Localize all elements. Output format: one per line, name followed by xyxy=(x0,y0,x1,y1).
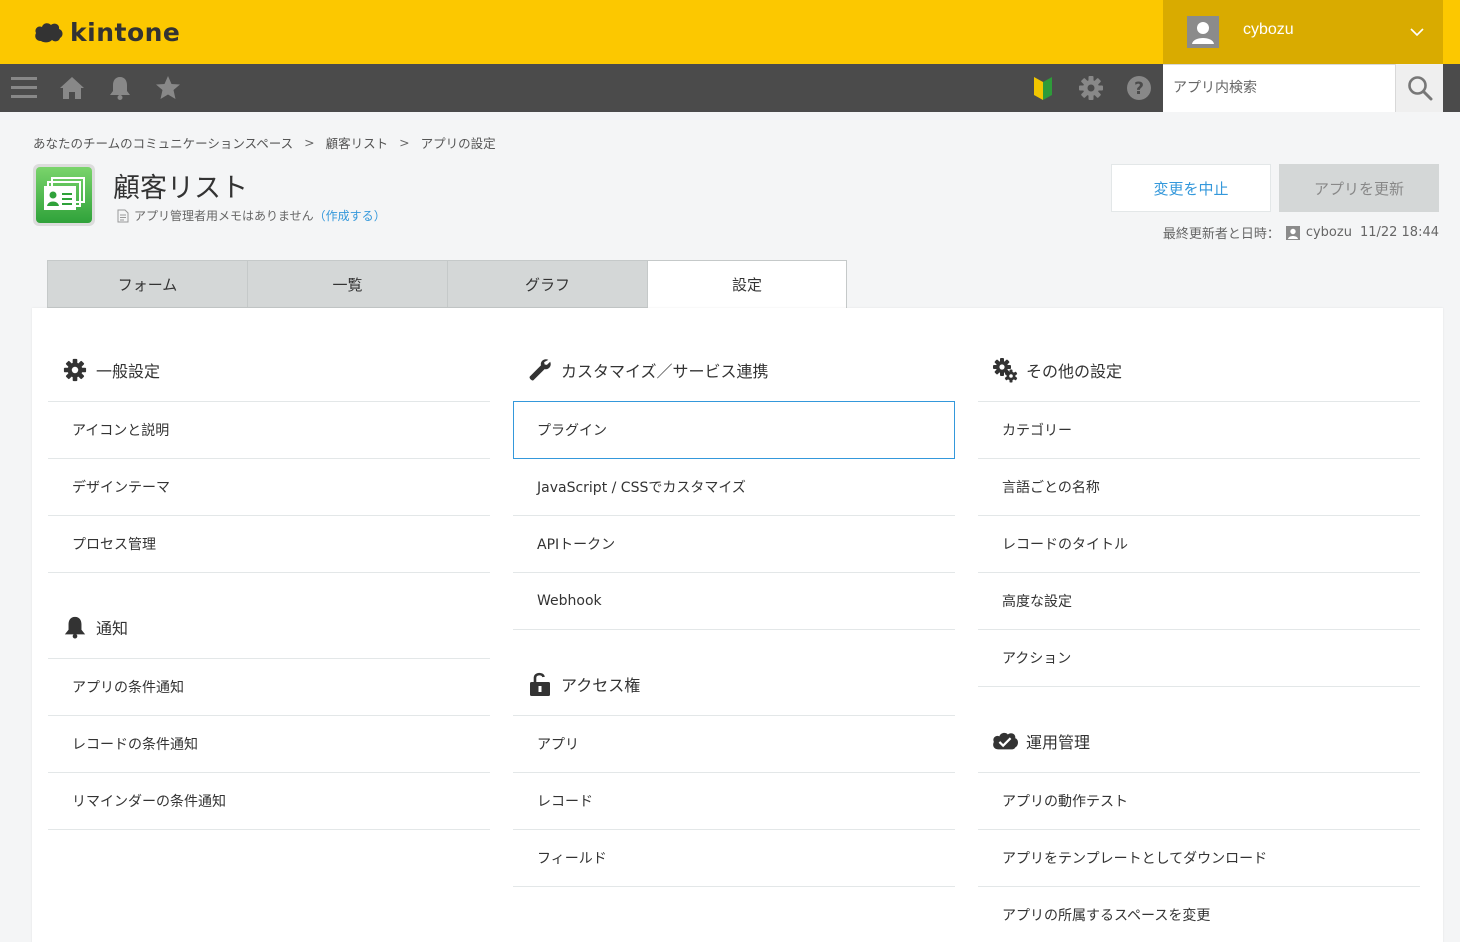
user-icon xyxy=(1285,225,1300,240)
home-icon[interactable] xyxy=(57,73,87,103)
section-notify: 通知 xyxy=(48,573,490,658)
search-input[interactable] xyxy=(1163,65,1383,111)
menu-icon[interactable] xyxy=(9,73,39,103)
breadcrumb-space[interactable]: あなたのチームのコミュニケーションスペース xyxy=(33,133,293,152)
avatar xyxy=(1187,16,1219,48)
memo-icon xyxy=(117,209,129,222)
breadcrumb: あなたのチームのコミュニケーションスペース > 顧客リスト > アプリの設定 xyxy=(33,133,496,152)
tab-view[interactable]: 一覧 xyxy=(247,260,447,308)
menu-download-template[interactable]: アプリをテンプレートとしてダウンロード xyxy=(978,830,1420,887)
last-updated-user[interactable]: cybozu xyxy=(1306,225,1352,240)
menu-app-notification[interactable]: アプリの条件通知 xyxy=(48,659,490,716)
last-updated-datetime: 11/22 18:44 xyxy=(1359,225,1439,240)
section-customize: カスタマイズ／サービス連携 xyxy=(513,308,955,401)
section-title: 運用管理 xyxy=(1026,732,1091,752)
cloud-check-icon xyxy=(992,728,1018,754)
search-icon xyxy=(1407,76,1432,101)
section-operations: 運用管理 xyxy=(978,687,1420,772)
star-icon[interactable] xyxy=(153,73,183,103)
section-title: 通知 xyxy=(96,618,129,638)
user-name: cybozu xyxy=(1243,21,1294,38)
cancel-changes-button[interactable]: 変更を中止 xyxy=(1111,164,1271,212)
beginner-mark-icon[interactable] xyxy=(1028,73,1058,103)
menu-plugin[interactable]: プラグイン xyxy=(513,401,955,459)
logo-text: kintone xyxy=(70,17,181,47)
menu-app-test[interactable]: アプリの動作テスト xyxy=(978,773,1420,830)
tab-form[interactable]: フォーム xyxy=(47,260,247,308)
app-icon xyxy=(33,164,95,226)
column-left: 一般設定 アイコンと説明 デザインテーマ プロセス管理 通知 アプリの条件通知 … xyxy=(48,308,490,830)
user-icon xyxy=(1192,22,1214,44)
last-updated: 最終更新者と日時： cybozu 11/22 18:44 xyxy=(1163,223,1439,242)
section-access: アクセス権 xyxy=(513,630,955,715)
general-menu: アイコンと説明 デザインテーマ プロセス管理 xyxy=(48,401,490,573)
chevron-down-icon[interactable] xyxy=(1409,22,1425,42)
wrench-icon xyxy=(527,357,553,383)
memo-text: アプリ管理者用メモはありません xyxy=(134,209,314,223)
menu-localized-names[interactable]: 言語ごとの名称 xyxy=(978,459,1420,516)
menu-access-field[interactable]: フィールド xyxy=(513,830,955,887)
tab-graph[interactable]: グラフ xyxy=(447,260,647,308)
app-search xyxy=(1163,64,1395,112)
menu-record-notification[interactable]: レコードの条件通知 xyxy=(48,716,490,773)
menu-record-title[interactable]: レコードのタイトル xyxy=(978,516,1420,573)
settings-panel: 一般設定 アイコンと説明 デザインテーマ プロセス管理 通知 アプリの条件通知 … xyxy=(32,308,1443,942)
menu-icon-description[interactable]: アイコンと説明 xyxy=(48,402,490,459)
memo-paren-open: （ xyxy=(313,209,326,223)
section-title: 一般設定 xyxy=(96,361,161,381)
notify-menu: アプリの条件通知 レコードの条件通知 リマインダーの条件通知 xyxy=(48,658,490,830)
user-menu[interactable]: cybozu xyxy=(1163,0,1443,64)
menu-category[interactable]: カテゴリー xyxy=(978,402,1420,459)
settings-tabs: フォーム 一覧 グラフ 設定 xyxy=(47,260,847,309)
help-icon[interactable]: ? xyxy=(1124,73,1154,103)
menu-access-record[interactable]: レコード xyxy=(513,773,955,830)
page-title: 顧客リスト xyxy=(113,173,248,204)
section-title: アクセス権 xyxy=(561,675,641,695)
other-menu: カテゴリー 言語ごとの名称 レコードのタイトル 高度な設定 アクション xyxy=(978,401,1420,687)
global-header: kintone cybozu xyxy=(0,0,1460,64)
cloud-logo-icon xyxy=(35,23,63,43)
menu-webhook[interactable]: Webhook xyxy=(513,573,955,630)
breadcrumb-separator: > xyxy=(304,135,315,150)
menu-change-space[interactable]: アプリの所属するスペースを変更 xyxy=(978,887,1420,942)
customize-menu: プラグイン JavaScript / CSSでカスタマイズ APIトークン We… xyxy=(513,401,955,630)
search-button[interactable] xyxy=(1395,64,1443,112)
column-right: その他の設定 カテゴリー 言語ごとの名称 レコードのタイトル 高度な設定 アクシ… xyxy=(978,308,1420,942)
svg-text:?: ? xyxy=(1134,79,1144,99)
gears-icon xyxy=(992,357,1018,383)
section-title: その他の設定 xyxy=(1026,361,1123,381)
access-menu: アプリ レコード フィールド xyxy=(513,715,955,887)
menu-js-css-customize[interactable]: JavaScript / CSSでカスタマイズ xyxy=(513,459,955,516)
admin-memo: アプリ管理者用メモはありません （ 作成する ） xyxy=(116,207,386,224)
menu-access-app[interactable]: アプリ xyxy=(513,716,955,773)
section-title: カスタマイズ／サービス連携 xyxy=(561,361,769,381)
breadcrumb-separator: > xyxy=(399,135,410,150)
section-general: 一般設定 xyxy=(48,308,490,401)
gear-icon[interactable] xyxy=(1076,73,1106,103)
update-app-button[interactable]: アプリを更新 xyxy=(1279,164,1439,212)
memo-paren-close: ） xyxy=(373,209,386,223)
column-middle: カスタマイズ／サービス連携 プラグイン JavaScript / CSSでカスタ… xyxy=(513,308,955,887)
breadcrumb-current: アプリの設定 xyxy=(420,136,496,151)
bell-icon[interactable] xyxy=(105,73,135,103)
section-other: その他の設定 xyxy=(978,308,1420,401)
lock-open-icon xyxy=(527,671,553,697)
menu-design-theme[interactable]: デザインテーマ xyxy=(48,459,490,516)
menu-advanced-settings[interactable]: 高度な設定 xyxy=(978,573,1420,630)
kintone-logo[interactable]: kintone xyxy=(34,14,180,50)
tab-settings[interactable]: 設定 xyxy=(647,260,847,309)
gear-icon xyxy=(62,357,88,383)
operations-menu: アプリの動作テスト アプリをテンプレートとしてダウンロード アプリの所属するスペ… xyxy=(978,772,1420,942)
menu-action[interactable]: アクション xyxy=(978,630,1420,687)
menu-api-token[interactable]: APIトークン xyxy=(513,516,955,573)
menu-process-management[interactable]: プロセス管理 xyxy=(48,516,490,573)
contact-card-icon xyxy=(44,177,85,210)
memo-create-link[interactable]: 作成する xyxy=(326,207,374,224)
breadcrumb-app[interactable]: 顧客リスト xyxy=(326,133,389,152)
menu-reminder-notification[interactable]: リマインダーの条件通知 xyxy=(48,773,490,830)
bell-icon xyxy=(62,614,88,640)
last-updated-label: 最終更新者と日時： xyxy=(1162,227,1280,242)
